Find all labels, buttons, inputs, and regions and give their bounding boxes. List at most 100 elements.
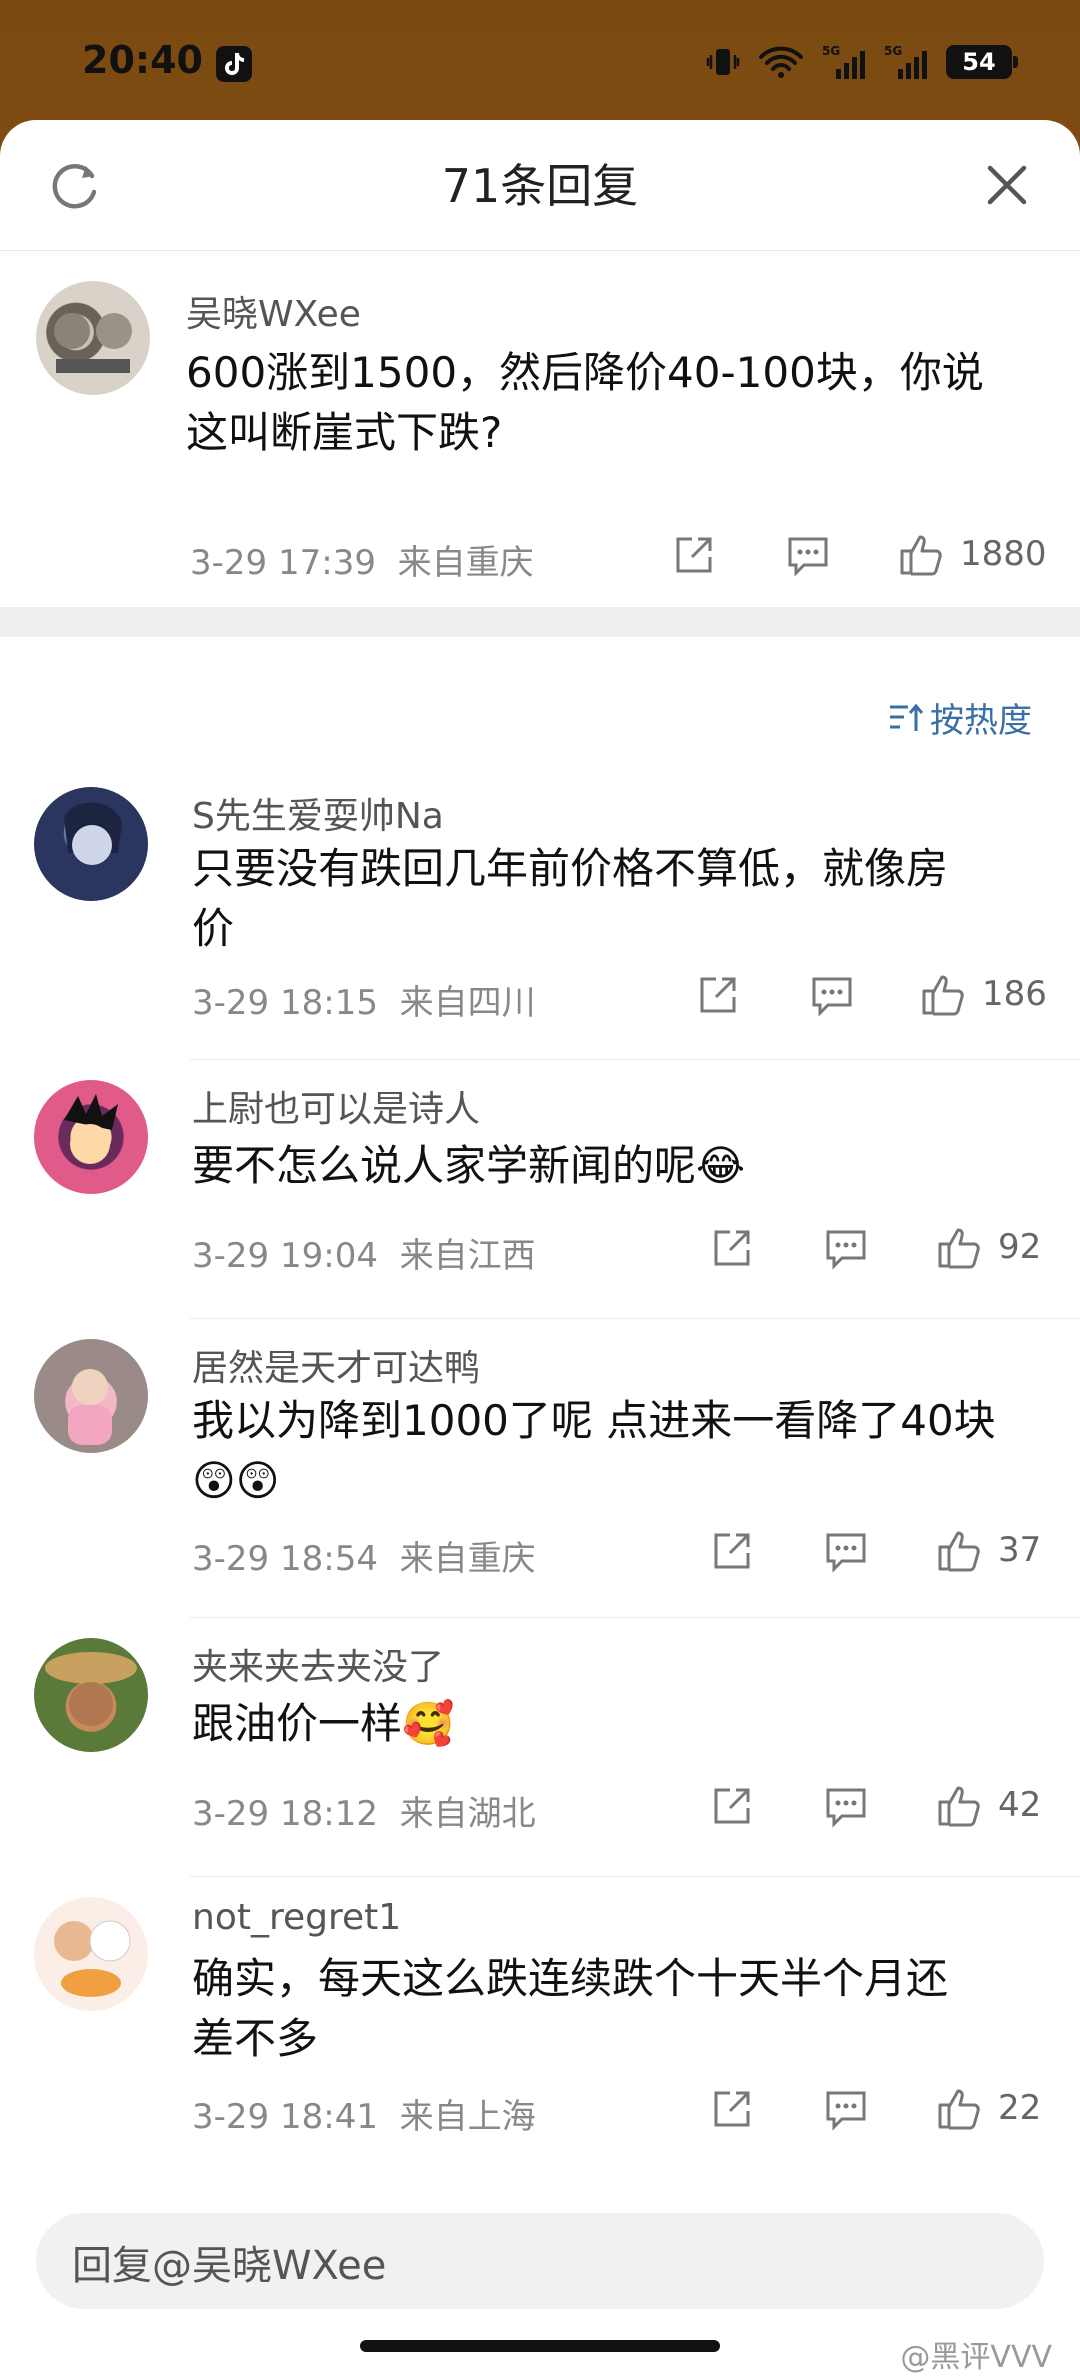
wifi-icon [759,46,803,78]
reply-date: 3-29 18:15 [192,983,378,1023]
reply-author[interactable]: 居然是天才可达鸭 [192,1339,480,1391]
reply-text-line: 😲😲 [192,1456,280,1505]
comment-icon [826,1788,866,1828]
comment-button[interactable] [824,1531,868,1573]
avatar[interactable] [34,787,148,901]
share-icon [700,977,736,1013]
thumbs-up-icon [900,535,942,576]
reply-item: 居然是天才可达鸭 我以为降到1000了呢 点进来一看降了40块 😲😲 3-29 … [34,1319,1080,1618]
share-button[interactable] [710,1226,754,1270]
comment-button[interactable] [810,975,854,1017]
section-divider [0,607,1080,637]
main-comment: 吴晓WXee 600涨到1500，然后降价40-100块，你说 这叫断崖式下跌?… [0,251,1080,607]
comment-button[interactable] [824,1228,868,1270]
tiktok-icon [216,46,252,82]
reply-item: 夹来夹去夹没了 跟油价一样🥰 3-29 18:12 来自湖北 42 [34,1618,1080,1877]
thumbs-up-icon [922,975,964,1016]
share-button[interactable] [710,1529,754,1573]
like-button[interactable]: 1880 [898,531,1047,577]
like-count: 1880 [960,534,1047,574]
reply-text: 只要没有跌回几年前价格不算低，就像房 价 [192,839,1052,959]
reply-meta: 3-29 19:04 来自江西 [192,1228,536,1277]
svg-text:5G: 5G [884,44,902,58]
share-button[interactable] [710,2087,754,2131]
like-count: 42 [998,1785,1042,1825]
reply-item: 上尉也可以是诗人 要不怎么说人家学新闻的呢😂 3-29 19:04 来自江西 9… [34,1060,1080,1319]
replies-sheet: 71条回复 吴晓WXee 600涨到1500，然后降价40-100块，你说 这叫… [0,120,1080,2376]
reply-item: not_regret1 确实，每天这么跌连续跌个十天半个月还 差不多 3-29 … [34,1877,1080,2187]
comment-button[interactable] [824,1786,868,1828]
reply-location: 来自江西 [399,1236,536,1276]
like-count: 37 [998,1530,1042,1570]
comment-icon [826,1533,866,1573]
avatar[interactable] [34,1339,148,1453]
reply-location: 来自湖北 [399,1794,536,1834]
thumbs-up-icon [938,1228,980,1269]
reply-text-line: 我以为降到1000了呢 点进来一看降了40块 [192,1396,996,1445]
close-icon[interactable] [982,160,1032,210]
reply-meta: 3-29 18:12 来自湖北 [192,1786,536,1835]
like-button[interactable]: 42 [936,1782,1041,1828]
reply-date: 3-29 19:04 [192,1236,378,1276]
comment-icon [826,2091,866,2131]
avatar[interactable] [34,1080,148,1194]
like-button[interactable]: 22 [936,2085,1041,2131]
comment-text: 600涨到1500，然后降价40-100块，你说 这叫断崖式下跌? [186,343,1046,463]
sort-label: 按热度 [930,701,1032,741]
reply-date: 3-29 18:12 [192,1794,378,1834]
share-button[interactable] [696,973,740,1017]
reply-item: S先生爱耍帅Na 只要没有跌回几年前价格不算低，就像房 价 3-29 18:15… [34,767,1080,1060]
reply-meta: 3-29 18:15 来自四川 [192,975,536,1024]
like-count: 186 [982,974,1047,1014]
reply-location: 来自上海 [399,2097,536,2137]
avatar[interactable] [34,1897,148,2011]
reply-author[interactable]: 夹来夹去夹没了 [192,1638,444,1690]
reply-text-line: 差不多 [192,2014,319,2063]
like-button[interactable]: 37 [936,1527,1041,1573]
reply-text: 确实，每天这么跌连续跌个十天半个月还 差不多 [192,1949,1052,2069]
status-icons: 5G 5G 54 [706,42,1018,82]
thumbs-up-icon [938,2089,980,2130]
like-button[interactable]: 186 [920,971,1047,1017]
share-icon [676,537,712,573]
reply-text-line: 只要没有跌回几年前价格不算低，就像房 [192,844,949,893]
reply-text-line: 确实，每天这么跌连续跌个十天半个月还 [192,1954,949,2003]
comment-date: 3-29 17:39 [190,543,376,583]
status-time: 20:40 [82,38,203,82]
share-button[interactable] [710,1784,754,1828]
reply-location: 来自四川 [399,983,536,1023]
thumbs-up-icon [938,1531,980,1572]
reply-meta: 3-29 18:54 来自重庆 [192,1531,536,1580]
reply-text-line: 要不怎么说人家学新闻的呢😂 [192,1141,746,1190]
comment-text-line: 600涨到1500，然后降价40-100块，你说 [186,348,984,397]
reply-date: 3-29 18:54 [192,1539,378,1579]
reply-meta: 3-29 18:41 来自上海 [192,2089,536,2138]
reply-author[interactable]: not_regret1 [192,1897,401,1938]
home-indicator[interactable] [360,2340,720,2352]
share-button[interactable] [672,533,716,577]
sort-row: 按热度 [0,637,1080,767]
reply-input-bar[interactable]: 回复@吴晓WXee [36,2213,1044,2309]
reply-author[interactable]: 上尉也可以是诗人 [192,1080,480,1132]
share-icon [714,1533,750,1569]
comment-author[interactable]: 吴晓WXee [186,285,361,337]
sheet-title: 71条回复 [441,159,639,213]
sort-by-hot-button[interactable]: 按热度 [888,693,1032,742]
comment-text-line: 这叫断崖式下跌? [186,408,503,457]
thumbs-up-icon [938,1786,980,1827]
comment-meta: 3-29 17:39 来自重庆 [190,535,534,584]
reply-text: 要不怎么说人家学新闻的呢😂 [192,1136,1052,1196]
reply-author[interactable]: S先生爱耍帅Na [192,787,444,839]
reply-input[interactable]: 回复@吴晓WXee [72,2233,386,2291]
like-button[interactable]: 92 [936,1224,1041,1270]
avatar[interactable] [36,281,150,395]
comment-button[interactable] [786,535,830,577]
comment-button[interactable] [824,2089,868,2131]
share-icon [714,1788,750,1824]
reply-text-line: 跟油价一样🥰 [192,1699,455,1748]
share-icon [714,1230,750,1266]
watermark: @黑评VVV [900,2340,1052,2375]
share-icon [714,2091,750,2127]
avatar[interactable] [34,1638,148,1752]
battery-indicator: 54 [946,45,1018,79]
